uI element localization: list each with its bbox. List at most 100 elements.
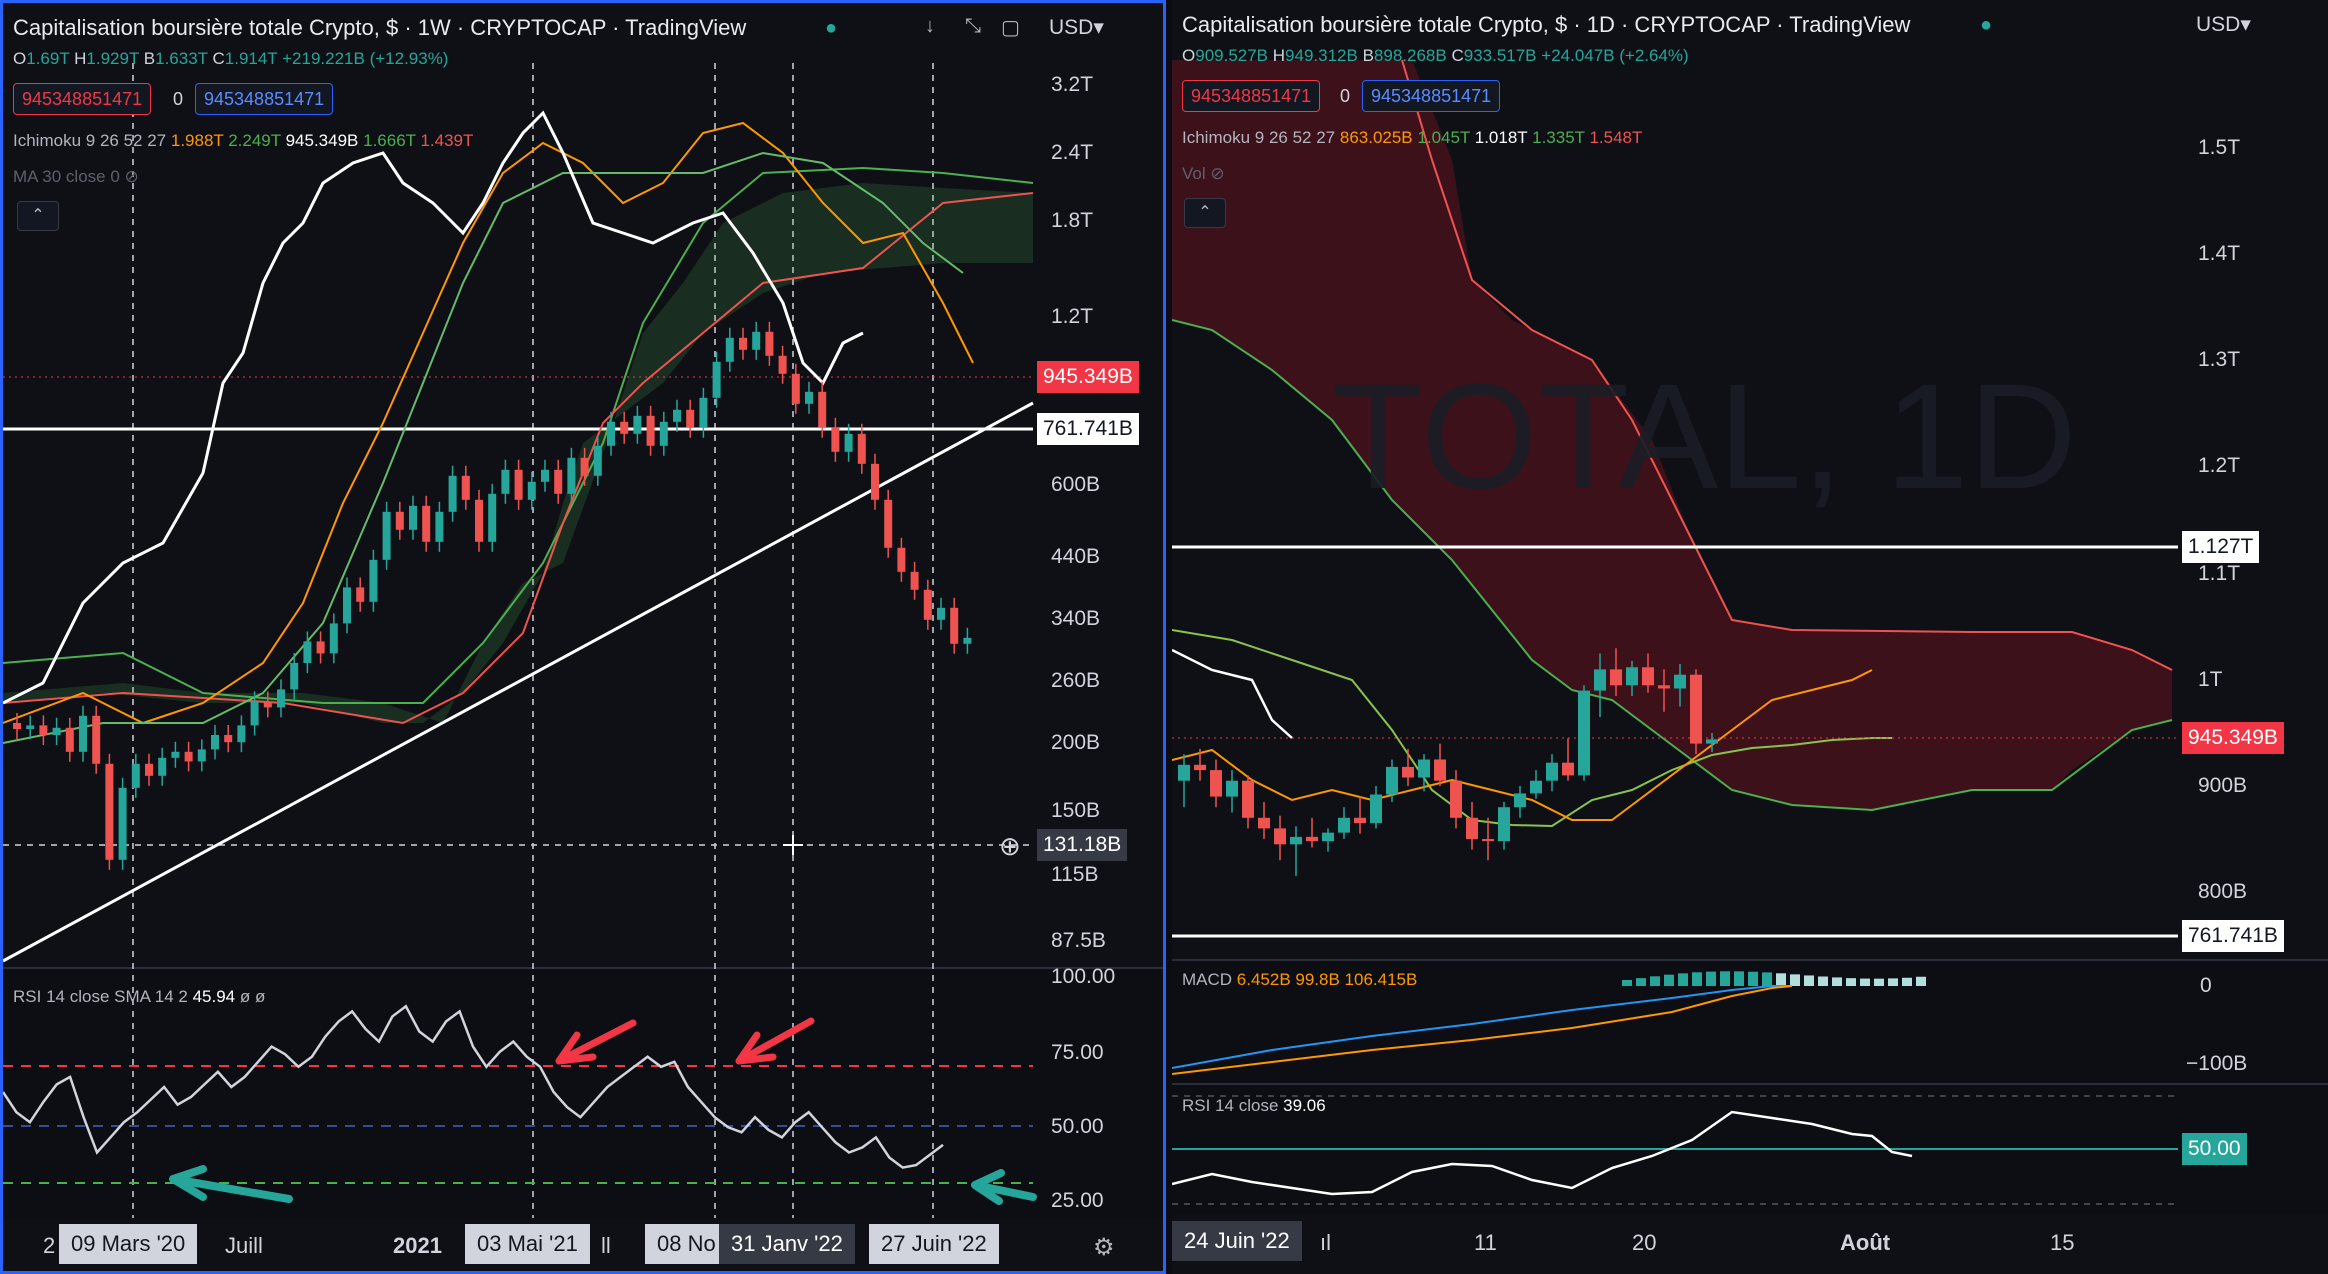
weekly-candle [382, 511, 391, 560]
daily-chikou-span [1172, 648, 1293, 739]
weekly-candle [501, 469, 510, 494]
daily-price-tick-3: 1.2T [2198, 454, 2241, 477]
hidden-eye-icon[interactable]: ⊘ [1210, 164, 1224, 183]
macd-histogram-bar [1706, 971, 1716, 986]
collapse-legend-button[interactable]: ⌃ [17, 201, 59, 231]
weekly-candle [303, 641, 312, 663]
macd-legend[interactable]: MACD 6.452B 99.8B 106.415B [1182, 970, 1417, 990]
ichimoku-legend[interactable]: Ichimoku 9 26 52 27 863.025B 1.045T 1.01… [1182, 128, 1642, 148]
macd-histogram-bar [1692, 972, 1702, 986]
weekly-candle [343, 587, 351, 624]
order-quantity: 0 [1340, 86, 1351, 106]
ichimoku-legend[interactable]: Ichimoku 9 26 52 27 1.988T 2.249T 945.34… [13, 131, 473, 151]
weekly-candle [910, 571, 919, 590]
weekly-rsi-legend[interactable]: RSI 14 close SMA 14 2 45.94 ø ø [13, 987, 265, 1007]
chikou-span-line [3, 110, 864, 705]
weekly-candle [673, 409, 681, 422]
daily-price-tick-2: 1.3T [2198, 348, 2241, 371]
daily-price-tick-0: 1.5T [2198, 136, 2241, 159]
weekly-candle [712, 361, 721, 398]
macd-histogram-bar [1902, 977, 1912, 986]
macd-histogram-bar [1622, 980, 1632, 986]
daily-candle [1290, 836, 1302, 845]
daily-candle [1690, 674, 1702, 744]
weekly-candle [52, 727, 61, 735]
weekly-chart-canvas[interactable] [3, 3, 1166, 1274]
weekly-price-tick-9: 150B [1051, 799, 1101, 822]
macd-histogram-bar [1734, 971, 1744, 986]
weekly-candle [488, 493, 497, 542]
sell-order-button[interactable]: 945348851471 [13, 83, 152, 115]
daily-candle [1258, 817, 1270, 829]
weekly-candle [593, 445, 602, 476]
date-label-janv-22: 31 Janv '22 [719, 1224, 855, 1264]
weekly-candle [897, 547, 906, 572]
time-tick-1: 2 [43, 1233, 56, 1258]
daily-candle [1642, 667, 1654, 686]
daily-price-tick-7: 800B [2198, 880, 2248, 903]
weekly-candle [435, 511, 444, 542]
currency-selector[interactable]: USD▾ [1049, 15, 1104, 40]
weekly-candle [158, 757, 167, 776]
daily-candle [1274, 828, 1286, 845]
daily-candle [1370, 794, 1382, 824]
buy-order-button[interactable]: 945348851471 [195, 83, 334, 115]
macd-histogram-bar [1804, 975, 1814, 986]
last-price-label: 945.349B [1037, 361, 1139, 393]
macd-axis-zero: 0 [2200, 974, 2212, 997]
weekly-candle [752, 331, 761, 350]
daily-price-tick-6: 900B [2198, 774, 2248, 797]
weekly-price-tick-6: 340B [1051, 607, 1101, 630]
macd-histogram-bar [1776, 973, 1786, 986]
crosshair-cursor [783, 835, 803, 855]
weekly-candle [39, 725, 48, 735]
daily-candle [1610, 669, 1622, 686]
download-arrow-icon[interactable]: ↓ [925, 15, 935, 38]
weekly-price-tick-2: 1.8T [1051, 209, 1094, 232]
add-plus-icon[interactable]: ⊕ [999, 831, 1021, 862]
daily-chart-canvas[interactable] [1172, 0, 2328, 1274]
macd-histogram-bar [1790, 974, 1800, 986]
currency-selector[interactable]: USD▾ [2196, 12, 2251, 37]
weekly-candle [409, 505, 417, 530]
daily-candle [1418, 759, 1430, 778]
date-label-juin-22: 24 Juin '22 [1172, 1221, 1302, 1261]
daily-candle [1594, 669, 1606, 691]
daily-candle [1226, 780, 1238, 797]
weekly-candle [369, 559, 378, 602]
weekly-candle [831, 427, 840, 452]
ma-legend[interactable]: MA 30 close 0 ⊘ [13, 167, 139, 187]
weekly-candle [79, 715, 87, 752]
weekly-chart-pane[interactable]: Capitalisation boursière totale Crypto, … [0, 0, 1166, 1274]
weekly-candle [541, 469, 549, 482]
weekly-candle [184, 751, 193, 762]
daily-rsi-legend[interactable]: RSI 14 close 39.06 [1182, 1096, 1326, 1116]
macd-histogram-bar [1916, 976, 1926, 986]
hidden-eye-icon[interactable]: ⊘ [125, 167, 139, 186]
collapse-legend-button[interactable]: ⌃ [1184, 198, 1226, 228]
volume-legend[interactable]: Vol ⊘ [1182, 164, 1225, 184]
daily-chart-pane[interactable]: TOTAL, 1D Capitalisation boursière total… [1172, 0, 2328, 1274]
daily-candle [1434, 759, 1446, 781]
weekly-candle [923, 589, 932, 620]
weekly-price-tick-11: 87.5B [1051, 929, 1106, 952]
collapse-arrows-icon[interactable]: ⤡ [965, 15, 981, 38]
macd-histogram-bar [1720, 971, 1730, 986]
weekly-candle [937, 607, 945, 620]
daily-ohlc-readout: O909.527B H949.312B B898.268B C933.517B … [1182, 46, 1689, 65]
weekly-candle [805, 391, 813, 404]
macd-histogram-bar [1860, 978, 1870, 986]
daily-candle [1450, 780, 1462, 818]
sell-order-button[interactable]: 945348851471 [1182, 80, 1321, 112]
settings-gear-icon[interactable]: ⚙ [1093, 1233, 1115, 1262]
weekly-candle [633, 415, 642, 434]
weekly-candle [197, 749, 206, 762]
fullscreen-icon[interactable]: ▢ [1001, 15, 1020, 40]
buy-order-button[interactable]: 945348851471 [1362, 80, 1501, 112]
date-label-mars-20: 09 Mars '20 [59, 1224, 198, 1264]
macd-histogram-bar [1664, 974, 1674, 986]
daily-price-tick-1: 1.4T [2198, 242, 2241, 265]
weekly-candle [844, 433, 853, 452]
daily-candle [1402, 766, 1414, 778]
daily-candle [1658, 685, 1670, 689]
